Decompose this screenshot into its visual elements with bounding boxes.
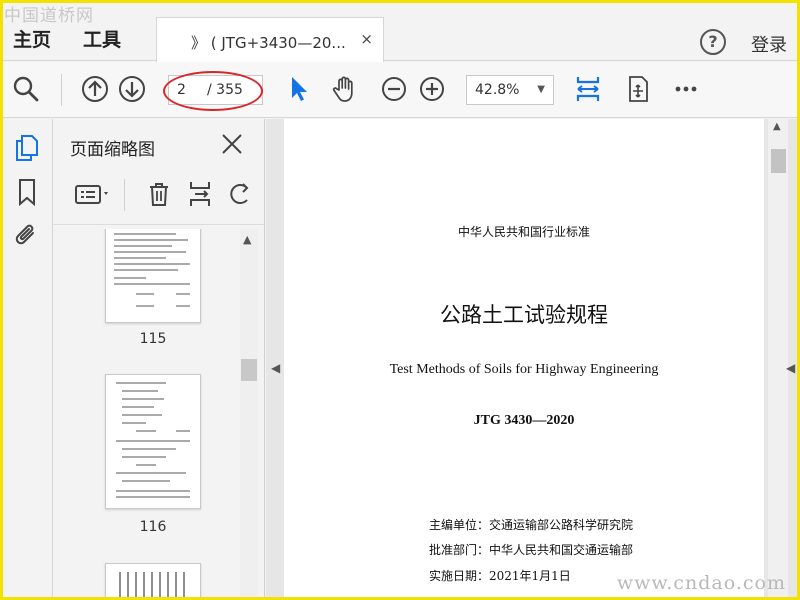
document-code: JTG 3430—2020: [473, 413, 575, 428]
attachment-icon[interactable]: [12, 221, 42, 251]
thumbnail-page[interactable]: [105, 563, 201, 597]
chevron-up-icon[interactable]: ▲: [773, 121, 781, 132]
hand-icon[interactable]: [330, 74, 360, 104]
thumbnails-icon[interactable]: [12, 133, 42, 163]
fit-page-icon[interactable]: [573, 74, 603, 104]
document-tab[interactable]: 》 ( JTG+3430—20... ×: [156, 17, 384, 62]
document-page: 中华人民共和国行业标准 公路土工试验规程 Test Methods of Soi…: [284, 119, 764, 597]
toolbar: 2 / 355 42.8% ▼: [3, 62, 797, 118]
options-icon[interactable]: [73, 179, 113, 209]
pointer-icon[interactable]: [284, 74, 314, 104]
chevron-down-icon: ▼: [537, 84, 545, 95]
panel-separator: [124, 179, 125, 211]
page-number-field[interactable]: 2 / 355: [168, 75, 263, 105]
standard-category: 中华人民共和国行业标准: [457, 225, 590, 239]
close-icon[interactable]: [219, 131, 245, 157]
zoom-in-icon[interactable]: [417, 74, 447, 104]
thumbnail-list[interactable]: 115 116: [53, 229, 239, 597]
insert-page-icon[interactable]: [185, 179, 215, 209]
editor-unit: 主编单位：交通运输部公路科学研究院: [429, 518, 634, 532]
thumbnail-panel: 页面缩略图 115 116 ▲: [53, 119, 265, 597]
menu-tools[interactable]: 工具: [83, 25, 121, 52]
zoom-out-icon[interactable]: [379, 74, 409, 104]
thumbnail-scrollbar[interactable]: ▲: [240, 229, 258, 597]
toolbar-separator: [61, 74, 62, 106]
scrollbar-thumb[interactable]: [241, 359, 257, 381]
thumbnail-preview: [114, 233, 190, 307]
rotate-icon[interactable]: [225, 179, 255, 209]
approval-dept: 批准部门：中华人民共和国交通运输部: [429, 543, 634, 557]
arrow-down-icon[interactable]: [117, 74, 147, 104]
thumbnail-label: 116: [139, 519, 167, 535]
help-icon[interactable]: ?: [700, 29, 726, 55]
more-icon[interactable]: [671, 74, 701, 104]
arrow-up-icon[interactable]: [80, 74, 110, 104]
document-title-en: Test Methods of Soils for Highway Engine…: [389, 362, 659, 377]
zoom-select[interactable]: 42.8% ▼: [466, 75, 554, 105]
menu-home[interactable]: 主页: [13, 25, 51, 52]
thumbnail-page[interactable]: [105, 229, 201, 323]
thumbnail-label: 115: [139, 331, 167, 347]
left-rail: [3, 119, 53, 597]
scrollbar-thumb[interactable]: [771, 149, 786, 173]
expand-right-panel-icon[interactable]: ◀: [786, 361, 795, 375]
panel-title: 页面缩略图: [70, 140, 155, 160]
document-scrollbar[interactable]: ▲: [768, 119, 788, 597]
scroll-mode-icon[interactable]: [623, 74, 653, 104]
search-icon[interactable]: [11, 74, 41, 104]
effective-date: 实施日期：2021年1月1日: [429, 569, 571, 583]
collapse-panel-icon[interactable]: ◀: [271, 361, 280, 375]
thumbnail-page[interactable]: [105, 374, 201, 509]
tab-label: 》 ( JTG+3430—20...: [191, 34, 346, 52]
delete-icon[interactable]: [144, 179, 174, 209]
top-bar: 主页 工具 》 ( JTG+3430—20... × ? 登录: [3, 3, 797, 62]
page-total: / 355: [207, 82, 243, 98]
watermark-logo: 中国道桥网: [4, 6, 94, 26]
page-current-input[interactable]: 2: [177, 82, 186, 98]
bookmark-icon[interactable]: [12, 177, 42, 207]
document-title: 公路土工试验规程: [440, 303, 608, 327]
panel-toolbar: [53, 169, 264, 225]
login-button[interactable]: 登录: [751, 31, 787, 57]
watermark-url: www.cndao.com: [616, 572, 786, 594]
document-viewer: ◀ 中华人民共和国行业标准 公路土工试验规程 Test Methods of S…: [266, 119, 797, 597]
zoom-value: 42.8%: [475, 82, 520, 98]
thumbnail-preview: [119, 572, 185, 597]
tab-close-icon[interactable]: ×: [360, 30, 373, 48]
thumbnail-preview: [116, 382, 190, 498]
chevron-up-icon[interactable]: ▲: [243, 233, 251, 246]
